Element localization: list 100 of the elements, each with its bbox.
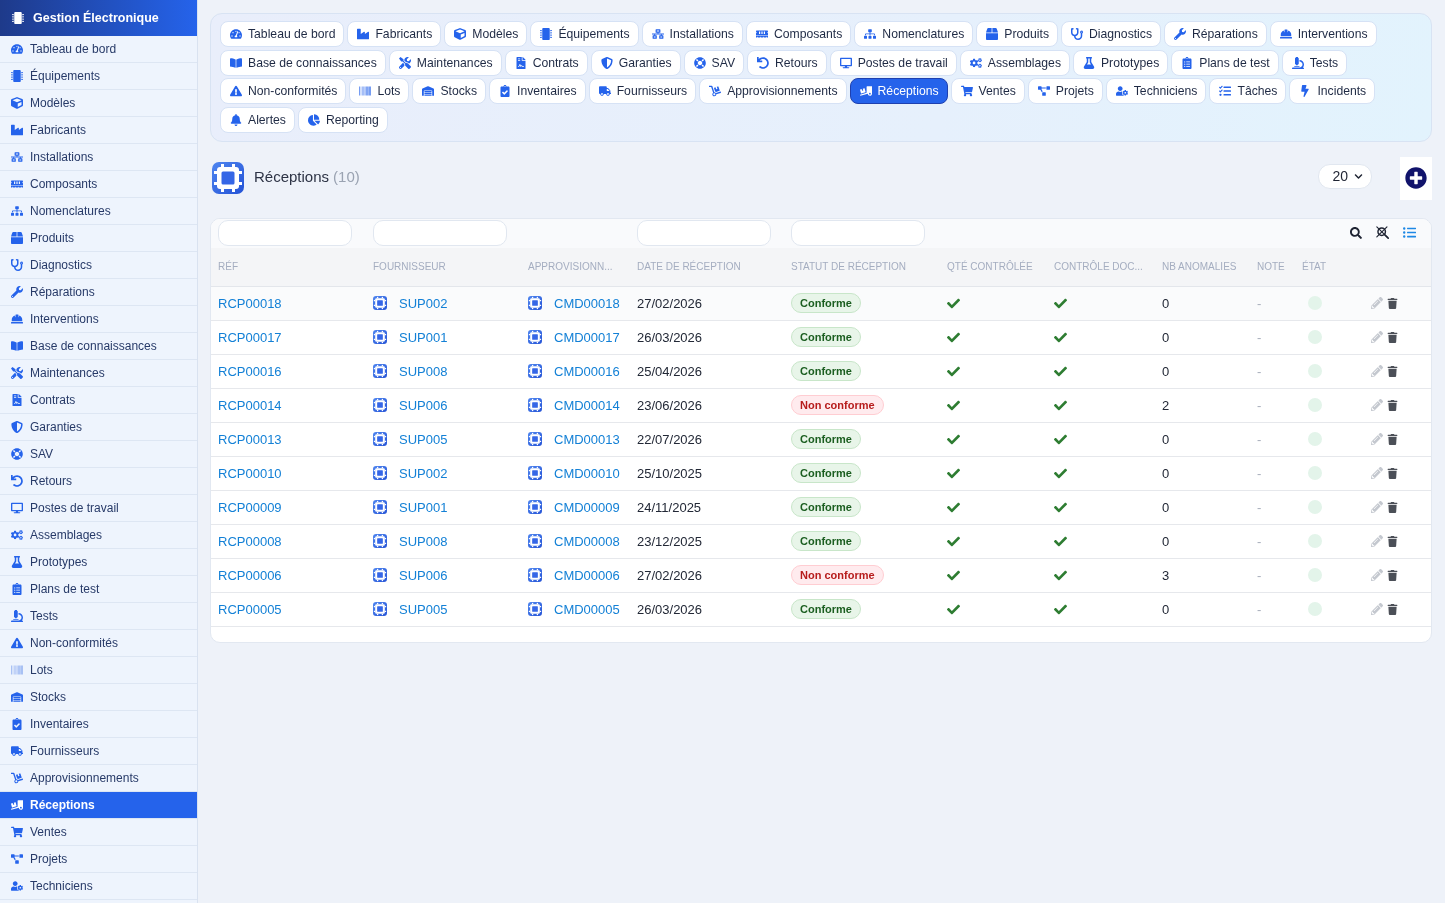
tab[interactable]: Postes de travail [829, 49, 957, 76]
tab[interactable]: Base de connaissances [220, 49, 386, 76]
sidebar-item[interactable]: Retours [0, 468, 197, 495]
order-link[interactable]: CMD00010 [554, 465, 620, 481]
delete-button[interactable] [1387, 535, 1398, 547]
sidebar-item[interactable]: Base de connaissances [0, 333, 197, 360]
tab[interactable]: Retours [747, 49, 827, 76]
tab[interactable]: Tâches [1209, 78, 1287, 104]
sidebar-item[interactable]: Contrats [0, 387, 197, 414]
supplier-link[interactable]: SUP008 [399, 533, 448, 549]
tab[interactable]: Projets [1027, 78, 1103, 104]
sidebar-item[interactable]: Composants [0, 171, 197, 198]
delete-button[interactable] [1387, 603, 1398, 615]
tab[interactable]: Maintenances [388, 49, 502, 76]
order-link[interactable]: CMD00016 [554, 363, 620, 379]
tab[interactable]: Réceptions [849, 78, 948, 104]
tab[interactable]: Approvisionnements [699, 78, 847, 104]
reference-link[interactable]: RCP00017 [218, 329, 282, 345]
sidebar-item[interactable]: Garanties [0, 414, 197, 441]
sidebar-item[interactable]: Prototypes [0, 549, 197, 576]
reference-link[interactable]: RCP00013 [218, 431, 282, 447]
sidebar-item[interactable]: Non-conformités [0, 630, 197, 657]
supplier-link[interactable]: SUP006 [399, 567, 448, 583]
reference-link[interactable]: RCP00008 [218, 533, 282, 549]
tab[interactable]: Modèles [444, 21, 528, 47]
tab[interactable]: Fournisseurs [588, 78, 697, 104]
tab[interactable]: Techniciens [1105, 78, 1207, 104]
sidebar-item[interactable]: Tableau de bord [0, 36, 197, 63]
sidebar-item[interactable]: Inventaires [0, 711, 197, 738]
supplier-link[interactable]: SUP001 [399, 329, 448, 345]
sidebar-item[interactable]: Ventes [0, 819, 197, 846]
supplier-link[interactable]: SUP002 [399, 465, 448, 481]
tab[interactable]: Garanties [590, 49, 681, 76]
reference-link[interactable]: RCP00005 [218, 601, 282, 617]
reference-link[interactable]: RCP00014 [218, 397, 282, 413]
tab[interactable]: SAV [683, 49, 744, 76]
sidebar-item[interactable]: Produits [0, 225, 197, 252]
delete-button[interactable] [1387, 433, 1398, 445]
sidebar-item[interactable]: Projets [0, 846, 197, 873]
filter-field[interactable] [218, 219, 352, 246]
tab[interactable]: Alertes [220, 106, 295, 133]
columns-button[interactable] [1403, 226, 1416, 239]
tab[interactable]: Stocks [412, 78, 487, 104]
sidebar-item[interactable]: Modèles [0, 90, 197, 117]
tab[interactable]: Non-conformités [220, 78, 347, 104]
tab[interactable]: Lots [349, 78, 410, 104]
sidebar-item[interactable]: Stocks [0, 684, 197, 711]
clear-search-button[interactable] [1376, 226, 1389, 239]
tab[interactable]: Reporting [297, 106, 388, 133]
tab[interactable]: Inventaires [489, 78, 586, 104]
filter-field[interactable] [791, 219, 925, 246]
sidebar-item[interactable]: Assemblages [0, 522, 197, 549]
delete-button[interactable] [1387, 467, 1398, 479]
sidebar-item[interactable]: Postes de travail [0, 495, 197, 522]
supplier-link[interactable]: SUP008 [399, 363, 448, 379]
filter-field[interactable] [637, 219, 771, 246]
tab[interactable]: Contrats [504, 49, 588, 76]
page-size-select[interactable]: 20 [1318, 163, 1372, 189]
tab[interactable]: Nomenclatures [854, 21, 974, 47]
sidebar-item[interactable]: Interventions [0, 306, 197, 333]
tab[interactable]: Prototypes [1073, 49, 1169, 76]
sidebar-item[interactable]: Réparations [0, 279, 197, 306]
supplier-link[interactable]: SUP001 [399, 499, 448, 515]
sidebar-item[interactable]: Tests [0, 603, 197, 630]
tab[interactable]: Équipements [530, 21, 639, 47]
sidebar-item[interactable]: Réceptions [0, 792, 197, 819]
tab[interactable]: Plans de test [1171, 49, 1279, 76]
order-link[interactable]: CMD00008 [554, 533, 620, 549]
sidebar-item[interactable]: Lots [0, 657, 197, 684]
sidebar-item[interactable]: Nomenclatures [0, 198, 197, 225]
tab[interactable]: Installations [641, 21, 743, 47]
order-link[interactable]: CMD00017 [554, 329, 620, 345]
tab[interactable]: Assemblages [959, 49, 1070, 76]
supplier-link[interactable]: SUP006 [399, 397, 448, 413]
tab[interactable]: Diagnostics [1061, 21, 1161, 47]
supplier-link[interactable]: SUP005 [399, 431, 448, 447]
order-link[interactable]: CMD00013 [554, 431, 620, 447]
reference-link[interactable]: RCP00016 [218, 363, 282, 379]
supplier-link[interactable]: SUP005 [399, 601, 448, 617]
order-link[interactable]: CMD00005 [554, 601, 620, 617]
sidebar-item[interactable]: Fabricants [0, 117, 197, 144]
tab[interactable]: Interventions [1269, 21, 1377, 47]
delete-button[interactable] [1387, 331, 1398, 343]
tab[interactable]: Fabricants [347, 21, 442, 47]
order-link[interactable]: CMD00014 [554, 397, 620, 413]
supplier-link[interactable]: SUP002 [399, 295, 448, 311]
tab[interactable]: Réparations [1164, 21, 1267, 47]
filter-field[interactable] [373, 219, 507, 246]
sidebar-item[interactable]: Plans de test [0, 576, 197, 603]
delete-button[interactable] [1387, 365, 1398, 377]
tab[interactable]: Tests [1281, 49, 1348, 76]
tab[interactable]: Tableau de bord [220, 21, 345, 47]
tab[interactable]: Composants [745, 21, 852, 47]
order-link[interactable]: CMD00009 [554, 499, 620, 515]
reference-link[interactable]: RCP00009 [218, 499, 282, 515]
sidebar-item[interactable]: Maintenances [0, 360, 197, 387]
sidebar-item[interactable]: Équipements [0, 63, 197, 90]
delete-button[interactable] [1387, 399, 1398, 411]
reference-link[interactable]: RCP00006 [218, 567, 282, 583]
sidebar-item[interactable]: SAV [0, 441, 197, 468]
